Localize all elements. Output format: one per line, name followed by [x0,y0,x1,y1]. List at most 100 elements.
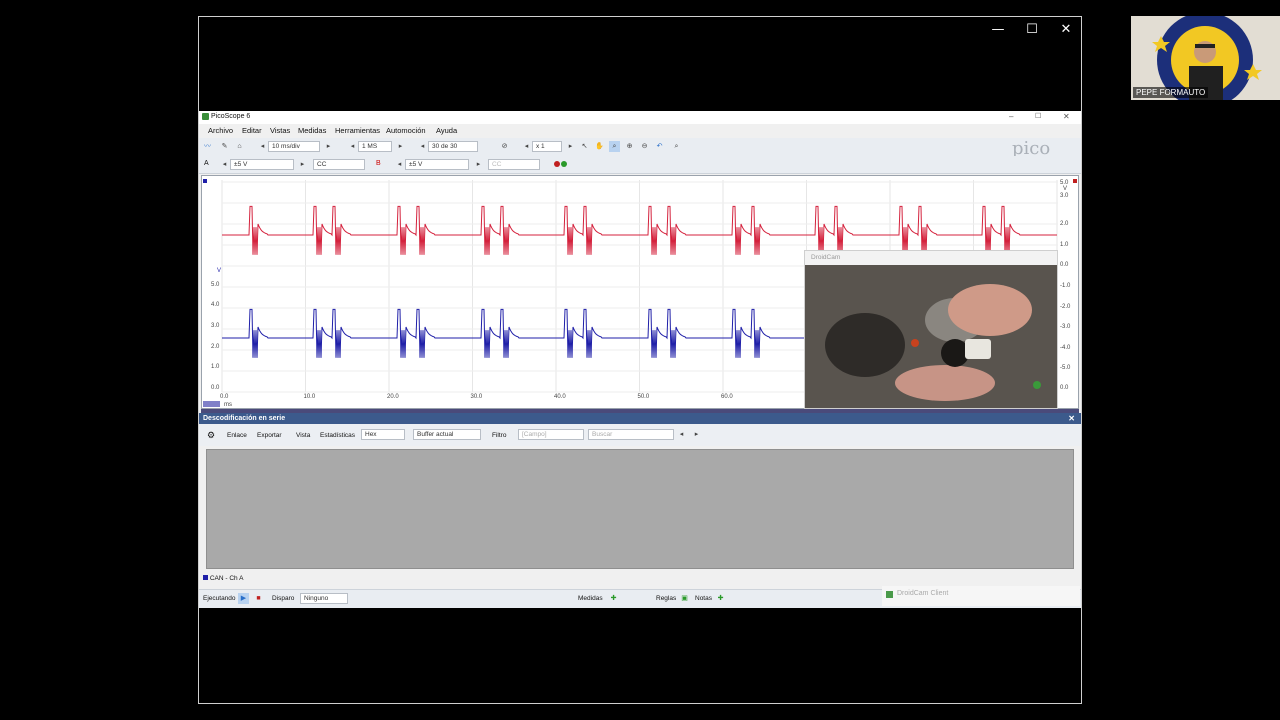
buffer-navigator[interactable]: 30 de 30 [428,141,478,152]
timebase-next-icon[interactable]: ▸ [323,141,334,152]
ch-a-prev-icon[interactable]: ◂ [219,159,230,170]
right-axis-tick: 3.0 [1060,193,1069,199]
samples-prev-icon[interactable]: ◂ [347,141,358,152]
left-axis-tick: 3.0 [211,323,220,329]
app-icon [202,113,209,120]
add-measure-icon[interactable]: ✚ [608,593,619,604]
zoom-prev-icon[interactable]: ◂ [521,141,532,152]
maximize-button[interactable]: ☐ [1021,21,1043,39]
decode-stats-button[interactable]: Estadísticas [320,432,355,439]
decode-view-button[interactable]: Vista [296,432,310,439]
droidcam-client-bar: DroidCam Client [882,586,1080,606]
toolbar-channels: A ◂ ±5 V ▸ CC B ◂ ±5 V ▸ CC [199,156,1081,174]
pointer-tool-icon[interactable]: ↖ [579,141,590,152]
right-axis-tick: -3.0 [1060,324,1071,330]
can-tab-label[interactable]: CAN - Ch A [210,575,244,582]
ch-b-prev-icon[interactable]: ◂ [394,159,405,170]
channel-b-marker [1073,179,1077,183]
menu-ayuda[interactable]: Ayuda [436,126,457,135]
right-axis-tick: 0.0 [1060,262,1069,268]
menu-herramientas[interactable]: Herramientas [335,126,380,135]
channel-a-coupling[interactable]: CC [313,159,365,170]
stop-icon[interactable]: ■ [253,593,264,604]
zoom-next-icon[interactable]: ▸ [565,141,576,152]
menu-vistas[interactable]: Vistas [270,126,290,135]
pico-minimize-icon[interactable]: – [1009,112,1013,121]
zoom-select-tool-icon[interactable]: ⌕ [609,141,620,152]
zoom-out-icon[interactable]: ⊖ [639,141,650,152]
droidcam-title: DroidCam [805,251,1057,265]
x-axis-tick: 10.0 [304,394,316,400]
probe-icon[interactable]: ✎ [219,141,230,152]
serial-decode-title: Descodificación en serie [203,415,286,422]
channel-b-coupling[interactable]: CC [488,159,540,170]
pico-close-icon[interactable]: ✕ [1063,112,1070,121]
left-axis-tick: 1.0 [211,364,220,370]
samples-next-icon[interactable]: ▸ [395,141,406,152]
droidcam-client-title[interactable]: DroidCam Client [897,590,948,597]
search-prev-icon[interactable]: ◂ [676,429,687,440]
zoom-fit-icon[interactable]: ⌕ [671,141,682,152]
decode-tab-can: CAN - Ch A [203,575,243,582]
decode-export-button[interactable]: Exportar [257,432,282,439]
zoom-select[interactable]: x 1 [532,141,562,152]
webcam-tile: PEPE FORMAUTO [1131,16,1280,100]
decode-format-select[interactable]: Hex [361,429,405,440]
rulers-label: Reglas [656,595,677,602]
x-axis-tick: 50.0 [638,394,650,400]
channel-b-range[interactable]: ±5 V [405,159,469,170]
search-next-icon[interactable]: ▸ [691,429,702,440]
menu-archivo[interactable]: Archivo [208,126,233,135]
left-axis-tick: 4.0 [211,302,220,308]
channel-a-marker [203,179,207,183]
decode-field-select[interactable]: [Campo] [518,429,584,440]
minimize-button[interactable]: — [987,21,1009,39]
channel-a-range[interactable]: ±5 V [230,159,294,170]
rulers-icon[interactable]: ▣ [679,593,690,604]
left-axis-tick: 2.0 [211,344,220,350]
samples-select[interactable]: 1 MS [358,141,392,152]
decode-buffer-select[interactable]: Buffer actual [413,429,481,440]
trigger-mode-select[interactable]: Ninguno [300,593,348,604]
menu-automocion[interactable]: Automoción [386,126,426,135]
timebase-select[interactable]: 10 ms/div [268,141,320,152]
channel-b-label: B [376,160,381,167]
menu-bar: Archivo Editar Vistas Medidas Herramient… [199,124,1081,137]
zoom-in-icon[interactable]: ⊕ [624,141,635,152]
decode-close-icon[interactable]: ✕ [1068,413,1075,424]
decode-table-area[interactable] [206,449,1074,569]
x-axis-tick: 20.0 [387,394,399,400]
decode-filter-button[interactable]: Filtro [492,432,506,439]
pico-maximize-icon[interactable]: ☐ [1035,112,1041,120]
run-icon[interactable]: ▶ [238,593,249,604]
notes-icon[interactable]: ✚ [715,593,726,604]
right-axis-tick: -1.0 [1060,283,1071,289]
app-title: PicoScope 6 [211,113,251,120]
record-icon[interactable] [553,160,569,168]
decode-settings-icon[interactable]: ⚙ [207,430,215,441]
buffer-prev-icon[interactable]: ◂ [417,141,428,152]
measures-label: Medidas [578,595,603,602]
undo-zoom-icon[interactable]: ↶ [654,141,665,152]
hand-tool-icon[interactable]: ✋ [594,141,605,152]
decode-link-button[interactable]: Enlace [227,432,247,439]
buffer-history-icon[interactable]: ⊘ [499,141,510,152]
home-icon[interactable]: ⌂ [234,141,245,152]
close-button[interactable]: ✕ [1055,21,1077,39]
menu-medidas[interactable]: Medidas [298,126,326,135]
notes-label: Notas [695,595,712,602]
right-axis-tick: 1.0 [1060,242,1069,248]
scope-mode-icon[interactable]: 〰 [202,141,213,152]
x-axis-tick: 40.0 [554,394,566,400]
ch-b-next-icon[interactable]: ▸ [473,159,484,170]
left-axis-tick: 0.0 [211,385,220,391]
timebase-prev-icon[interactable]: ◂ [257,141,268,152]
right-axis-tick: 2.0 [1060,221,1069,227]
ch-a-next-icon[interactable]: ▸ [297,159,308,170]
decode-search-input[interactable]: Buscar [588,429,674,440]
menu-editar[interactable]: Editar [242,126,262,135]
x-axis-tick: 0.0 [220,394,229,400]
left-axis-unit: V [217,268,221,274]
can-tab-color-icon [203,575,208,580]
x-axis-tick: 30.0 [471,394,483,400]
